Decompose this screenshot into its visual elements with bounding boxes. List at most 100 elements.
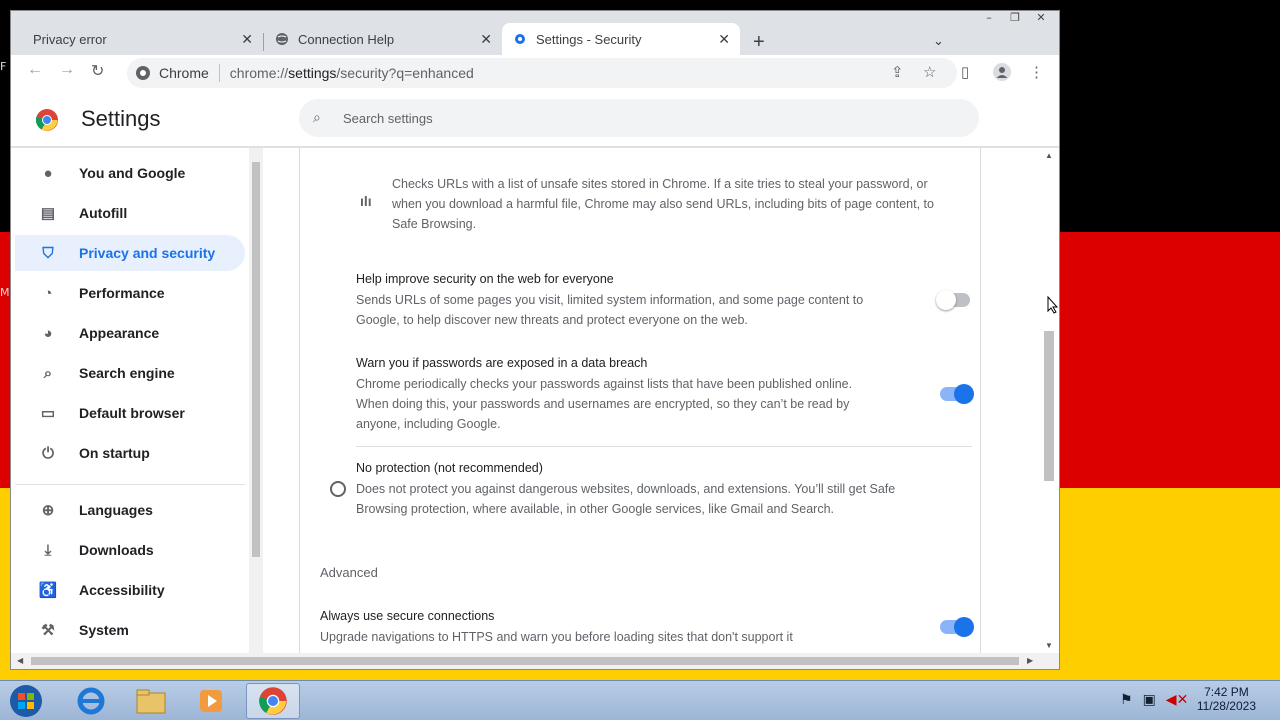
sidebar-item-label: Default browser xyxy=(79,405,185,421)
advanced-section-label: Advanced xyxy=(320,565,378,580)
password-warn-desc: When doing this, your passwords and user… xyxy=(356,397,850,411)
mouse-cursor-icon xyxy=(1047,295,1059,319)
sidebar-item-default-browser[interactable]: ▭ Default browser xyxy=(15,395,245,431)
toggle-knob xyxy=(954,617,974,637)
sidebar-item-label: Accessibility xyxy=(79,582,165,598)
help-improve-desc: Sends URLs of some pages you visit, limi… xyxy=(356,293,864,307)
sidebar-item-search-engine[interactable]: ⌕ Search engine xyxy=(15,355,245,391)
side-panel-icon[interactable]: ▯ xyxy=(961,63,969,81)
standard-protection-desc: Checks URLs with a list of unsafe sites … xyxy=(392,177,928,191)
tab-title: Settings - Security xyxy=(536,31,642,47)
tab-title: Privacy error xyxy=(33,31,107,47)
taskbar-media-player[interactable] xyxy=(184,683,238,719)
settings-sidebar: ● You and Google ▤ Autofill ⛉ Privacy and s… xyxy=(11,148,249,653)
reload-icon[interactable]: ↻ xyxy=(91,61,104,81)
browser-window: – ❐ ✕ Privacy error ✕ Connection Help ✕ … xyxy=(10,10,1060,670)
sidebar-item-you-and-google[interactable]: ● You and Google xyxy=(15,155,245,191)
content-scrollbar[interactable]: ▲ ▼ xyxy=(1041,148,1057,653)
tab-connection-help[interactable]: Connection Help ✕ xyxy=(264,23,502,55)
sidebar-item-label: Performance xyxy=(79,285,165,301)
speedometer-icon: ◔ xyxy=(43,284,53,302)
page-title: Settings xyxy=(81,106,161,131)
settings-header: Settings ⌕ Search settings xyxy=(11,91,1059,147)
security-settings-card: ılı Checks URLs with a list of unsafe si… xyxy=(299,148,981,653)
scroll-right-icon[interactable]: ▶ xyxy=(1027,656,1033,665)
scrollbar-thumb[interactable] xyxy=(1044,331,1054,481)
search-icon: ⌕ xyxy=(43,364,53,382)
forward-arrow-icon[interactable]: → xyxy=(59,61,75,79)
scroll-left-icon[interactable]: ◀ xyxy=(17,656,23,665)
volume-muted-icon[interactable]: ◀✕ xyxy=(1166,691,1189,708)
share-icon[interactable]: ⇪ xyxy=(891,63,904,81)
profile-icon[interactable] xyxy=(993,63,1011,85)
sidebar-item-label: Search engine xyxy=(79,365,175,381)
back-arrow-icon[interactable]: ← xyxy=(27,61,43,79)
settings-search-input[interactable]: ⌕ Search settings xyxy=(299,99,979,137)
globe-icon: ⊕ xyxy=(41,502,55,519)
sidebar-item-privacy-and-security[interactable]: ⛉ Privacy and security xyxy=(15,235,245,271)
chrome-logo-icon xyxy=(35,109,58,131)
folder-icon xyxy=(136,689,166,714)
help-improve-toggle[interactable] xyxy=(936,290,970,310)
more-menu-icon[interactable]: ⋮ xyxy=(1029,63,1044,81)
new-tab-button[interactable]: + xyxy=(753,31,765,54)
scroll-up-icon[interactable]: ▲ xyxy=(1045,151,1053,160)
close-icon[interactable]: ✕ xyxy=(480,31,492,48)
sidebar-item-system[interactable]: ⚒ System xyxy=(15,612,245,648)
secure-connections-desc: Upgrade navigations to HTTPS and warn yo… xyxy=(320,630,793,644)
taskbar-file-explorer[interactable] xyxy=(124,683,178,719)
tab-title: Connection Help xyxy=(298,31,395,47)
sidebar-item-label: Privacy and security xyxy=(79,245,216,261)
sidebar-item-label: Languages xyxy=(79,502,153,518)
windows-logo-icon xyxy=(10,685,42,717)
network-icon[interactable]: ▣ xyxy=(1143,691,1156,708)
sidebar-item-label: Appearance xyxy=(79,325,160,341)
sidebar-scrollbar[interactable] xyxy=(249,148,263,653)
no-protection-radio[interactable] xyxy=(330,481,346,497)
tab-privacy-error[interactable]: Privacy error ✕ xyxy=(11,23,263,55)
sidebar-item-appearance[interactable]: ◕ Appearance xyxy=(15,315,245,351)
sidebar-item-accessibility[interactable]: ♿ Accessibility xyxy=(15,572,245,608)
sidebar-item-languages[interactable]: ⊕ Languages xyxy=(15,492,245,528)
url-text: chrome://settings/security?q=enhanced xyxy=(229,65,474,81)
toggle-knob xyxy=(936,290,956,310)
tab-search-chevron-icon[interactable]: ⌄ xyxy=(933,33,944,49)
taskbar-chrome[interactable] xyxy=(246,683,300,719)
star-icon[interactable]: ☆ xyxy=(923,63,936,81)
no-protection-desc: Browsing protection, where available, in… xyxy=(356,502,835,516)
system-tray: ⚑ ▣ ◀✕ xyxy=(1120,691,1188,708)
sidebar-item-performance[interactable]: ◔ Performance xyxy=(15,275,245,311)
clock-date: 11/28/2023 xyxy=(1196,699,1256,713)
start-button[interactable] xyxy=(2,683,50,719)
taskbar-internet-explorer[interactable] xyxy=(64,683,118,719)
globe-icon xyxy=(274,31,290,47)
gear-icon xyxy=(512,31,528,47)
password-warn-desc: Chrome periodically checks your password… xyxy=(356,377,853,391)
sidebar-item-autofill[interactable]: ▤ Autofill xyxy=(15,195,245,231)
clipboard-icon: ▤ xyxy=(40,205,56,222)
close-icon[interactable]: ✕ xyxy=(241,31,253,48)
scrollbar-thumb[interactable] xyxy=(31,657,1019,665)
password-warn-toggle[interactable] xyxy=(940,384,974,404)
tab-settings-security[interactable]: Settings - Security ✕ xyxy=(502,23,740,55)
site-label: Chrome xyxy=(159,65,209,81)
sidebar-item-downloads[interactable]: ⤓ Downloads xyxy=(15,532,245,568)
standard-protection-desc: when you download a harmful file, Chrome… xyxy=(392,197,934,211)
flag-icon[interactable]: ⚑ xyxy=(1120,691,1133,708)
sidebar-item-label: Downloads xyxy=(79,542,154,558)
sidebar-item-label: On startup xyxy=(79,445,150,461)
taskbar: ⚑ ▣ ◀✕ 7:42 PM 11/28/2023 xyxy=(0,680,1280,720)
scrollbar-thumb[interactable] xyxy=(252,162,260,557)
no-protection-title: No protection (not recommended) xyxy=(356,461,543,475)
password-warn-desc: anyone, including Google. xyxy=(356,417,501,431)
clock[interactable]: 7:42 PM 11/28/2023 xyxy=(1197,685,1256,713)
person-icon: ● xyxy=(43,164,53,182)
no-protection-desc: Does not protect you against dangerous w… xyxy=(356,482,896,496)
media-player-icon xyxy=(200,690,222,712)
close-icon[interactable]: ✕ xyxy=(718,31,730,48)
sidebar-item-on-startup[interactable]: ⏻ On startup xyxy=(15,435,245,471)
horizontal-scrollbar[interactable]: ◀ ▶ xyxy=(11,653,1059,669)
scroll-down-icon[interactable]: ▼ xyxy=(1045,641,1053,650)
secure-connections-toggle[interactable] xyxy=(940,617,974,637)
address-bar[interactable]: Chrome chrome://settings/security?q=enha… xyxy=(127,58,957,88)
